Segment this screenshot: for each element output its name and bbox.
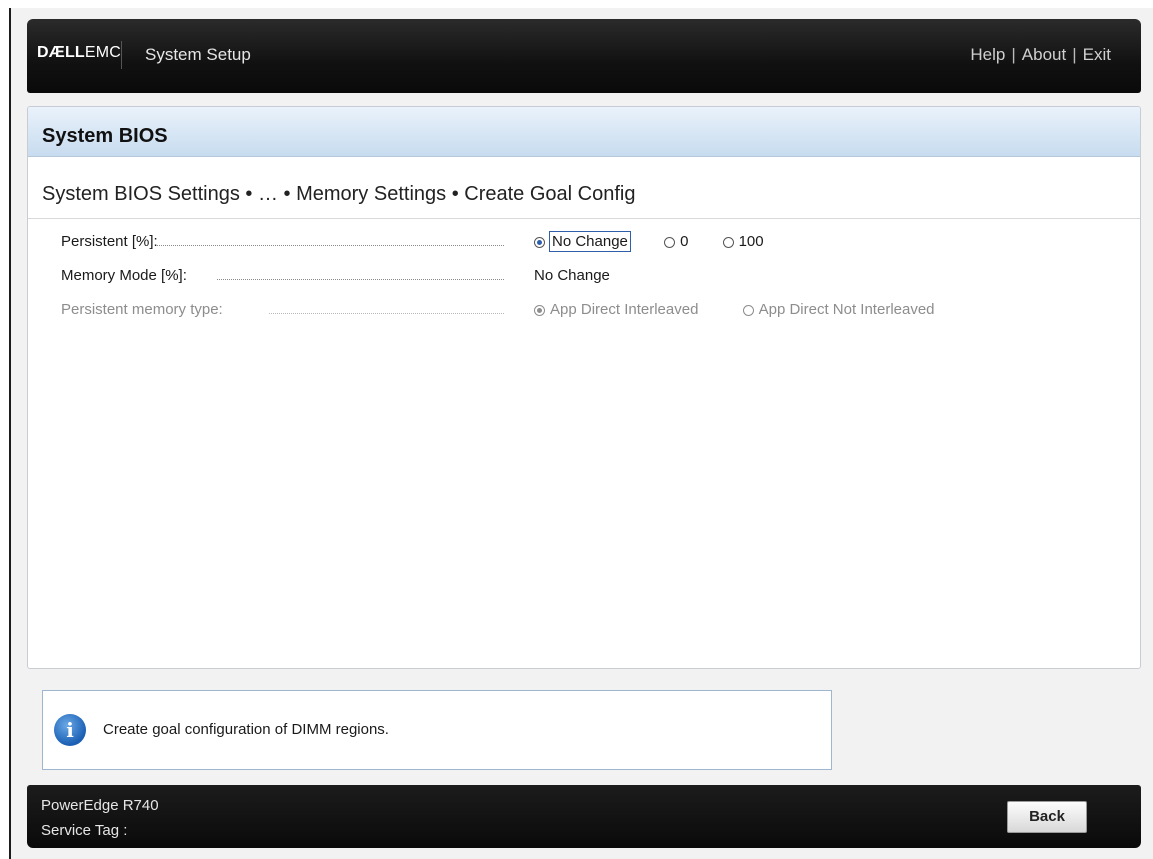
leader-dots (157, 245, 504, 246)
radio-persistent-0[interactable]: 0 (664, 233, 688, 250)
radio-unselected-icon (664, 237, 676, 248)
radio-app-direct-not-interleaved[interactable]: App Direct Not Interleaved (742, 301, 935, 318)
setting-label-persistent: Persistent [%]: (61, 233, 158, 250)
memory-mode-value: No Change (534, 267, 610, 284)
back-button[interactable]: Back (1007, 801, 1087, 833)
radio-unselected-icon (742, 305, 754, 316)
main-panel: System BIOS System BIOS Settings • … • M… (27, 106, 1141, 669)
system-model: PowerEdge R740 (41, 797, 159, 814)
top-bar: DÆLLEMC System Setup Help | About | Exit (27, 19, 1141, 93)
radio-unselected-icon (722, 237, 734, 248)
help-text: Create goal configuration of DIMM region… (103, 721, 389, 738)
setting-label-persistent-memory-type: Persistent memory type: (61, 301, 223, 318)
dell-emc-logo: DÆLLEMC (37, 44, 122, 61)
help-link[interactable]: Help (970, 45, 1005, 64)
exit-link[interactable]: Exit (1083, 45, 1111, 64)
setting-label-memory-mode: Memory Mode [%]: (61, 267, 187, 284)
radio-selected-icon (534, 237, 545, 248)
leader-dots (269, 313, 504, 314)
about-link[interactable]: About (1022, 45, 1066, 64)
panel-header (28, 107, 1140, 157)
service-tag: Service Tag : (41, 822, 128, 839)
radio-persistent-100[interactable]: 100 (722, 233, 764, 250)
footer-bar: PowerEdge R740 Service Tag : Back (27, 785, 1141, 848)
page-title: System BIOS (42, 125, 168, 147)
header-links: Help | About | Exit (970, 45, 1111, 64)
info-icon: i (54, 714, 86, 746)
radio-app-direct-interleaved[interactable]: App Direct Interleaved (534, 301, 698, 318)
breadcrumb-divider (28, 218, 1140, 219)
breadcrumb: System BIOS Settings • … • Memory Settin… (42, 183, 636, 205)
persistent-memory-type-radio-group: App Direct Interleaved App Direct Not In… (534, 301, 965, 318)
header-divider (121, 41, 122, 69)
help-box: i Create goal configuration of DIMM regi… (42, 690, 832, 770)
app-title: System Setup (145, 45, 251, 64)
persistent-radio-group: No Change 0 100 (534, 231, 794, 252)
radio-selected-icon (534, 305, 545, 316)
leader-dots (217, 279, 504, 280)
radio-persistent-no-change[interactable]: No Change (534, 231, 631, 252)
